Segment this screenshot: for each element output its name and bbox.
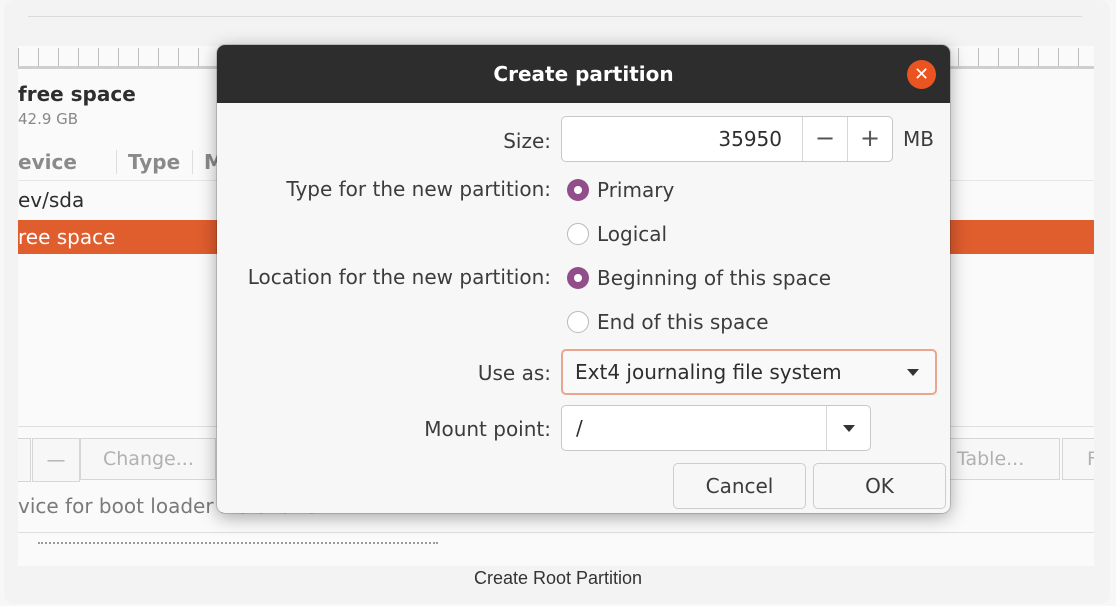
dialog-titlebar: Create partition ✕: [217, 45, 950, 103]
column-separator: [192, 150, 193, 174]
size-input[interactable]: 35950: [562, 117, 782, 161]
ok-button[interactable]: OK: [813, 463, 946, 509]
size-unit: MB: [903, 127, 934, 151]
radio-beginning-label: Beginning of this space: [597, 266, 832, 290]
top-divider: [28, 16, 1082, 17]
radio-end[interactable]: End of this space: [567, 310, 769, 334]
radio-logical[interactable]: Logical: [567, 222, 667, 246]
dialog-title: Create partition: [493, 62, 674, 86]
radio-logical-label: Logical: [597, 222, 668, 246]
close-icon[interactable]: ✕: [907, 60, 936, 89]
radio-end-label: End of this space: [597, 310, 769, 334]
boot-loader-divider: [18, 532, 1094, 533]
column-device[interactable]: evice: [18, 150, 77, 174]
mount-point-label: Mount point:: [424, 417, 551, 441]
cancel-button[interactable]: Cancel: [673, 463, 806, 509]
mount-point-dropdown[interactable]: [826, 406, 871, 450]
radio-selected-icon: [567, 179, 589, 201]
boot-loader-select[interactable]: [38, 542, 438, 548]
table-row[interactable]: ev/sda: [18, 188, 84, 212]
type-label: Type for the new partition:: [286, 177, 551, 201]
column-type[interactable]: Type: [128, 150, 180, 174]
use-as-value: Ext4 journaling file system: [575, 360, 842, 384]
column-separator: [116, 150, 117, 174]
radio-primary-label: Primary: [597, 178, 675, 202]
change-partition-button[interactable]: Change...: [80, 438, 216, 480]
row-label: ree space: [18, 225, 116, 249]
radio-beginning[interactable]: Beginning of this space: [567, 266, 831, 290]
free-space-title: free space: [18, 82, 136, 106]
add-partition-button[interactable]: [18, 438, 31, 482]
size-label: Size:: [503, 129, 551, 153]
remove-partition-button[interactable]: —: [32, 438, 80, 482]
radio-unselected-icon: [567, 311, 589, 333]
radio-unselected-icon: [567, 223, 589, 245]
chevron-down-icon: [843, 425, 855, 432]
mount-point-input[interactable]: /: [576, 406, 583, 450]
radio-primary[interactable]: Primary: [567, 178, 674, 202]
create-partition-dialog: Create partition ✕ Size: 35950 − + MB Ty…: [217, 45, 950, 513]
location-label: Location for the new partition:: [247, 265, 551, 289]
mount-point-combo: /: [561, 405, 871, 451]
new-partition-table-button[interactable]: Table...: [944, 438, 1060, 480]
decrement-button[interactable]: −: [802, 117, 847, 161]
size-spinbox: 35950 − +: [561, 116, 893, 162]
figure-caption: Create Root Partition: [473, 568, 643, 588]
free-space-size: 42.9 GB: [18, 110, 79, 128]
chevron-down-icon: [907, 369, 919, 376]
increment-button[interactable]: +: [847, 117, 892, 161]
use-as-label: Use as:: [477, 361, 551, 385]
radio-selected-icon: [567, 267, 589, 289]
use-as-select[interactable]: Ext4 journaling file system: [561, 349, 937, 395]
revert-button[interactable]: F: [1062, 438, 1094, 480]
